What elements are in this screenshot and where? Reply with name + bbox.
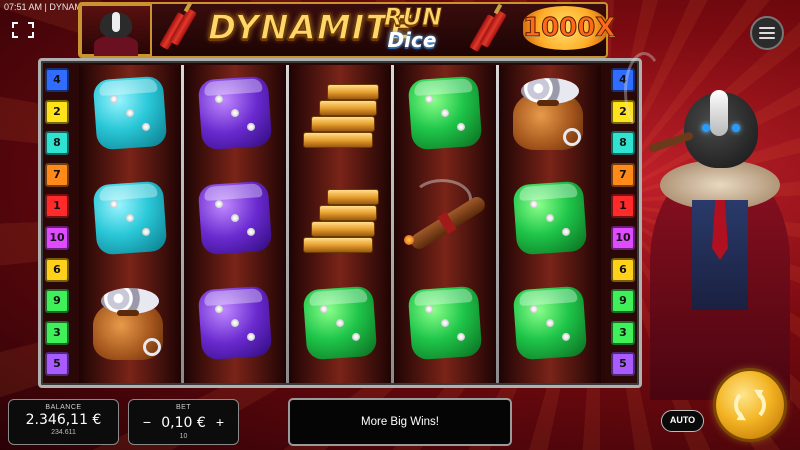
teal-die-icon [87,70,173,156]
balance-credits: 234.611 [51,429,76,436]
skunk-logo-icon [80,4,152,56]
payline-right-8: 8 [611,131,635,156]
game-title-dice: Dice [387,28,437,52]
cigar-icon [402,175,488,261]
payline-left-7: 7 [45,162,69,187]
balance-panel: BALANCE 2.346,11 € 234.611 [8,399,119,445]
payline-left-8: 8 [45,131,69,156]
bet-panel: − BET 0,10 € 10 + [128,399,239,445]
payline-right-5: 5 [611,352,635,377]
reel-divider [391,65,394,383]
message-bar: More Big Wins! [288,398,512,446]
reel-divider [286,65,289,383]
green-die-icon [402,280,488,366]
green-die-icon [507,175,593,261]
payline-right-9: 9 [611,289,635,314]
teal-die-icon [87,175,173,261]
purple-die-icon [192,70,278,156]
payline-right-6: 6 [611,257,635,282]
payline-left-10: 10 [45,225,69,250]
spin-button[interactable] [716,371,784,439]
payline-indicators-left: 4 2 8 7 1 10 6 9 3 5 [45,68,71,384]
payline-right-1: 1 [611,194,635,219]
fullscreen-icon[interactable] [12,22,34,38]
money-bag-icon [87,280,173,366]
max-multiplier-badge: 1000X [523,6,616,50]
bet-label: BET [175,404,192,411]
payline-left-6: 6 [45,257,69,282]
dynamite-icon [159,1,197,52]
hamburger-icon [759,27,775,29]
reel-divider [496,65,499,383]
payline-left-4: 4 [45,68,69,92]
payline-right-3: 3 [611,320,635,345]
green-die-icon [507,280,593,366]
payline-left-3: 3 [45,320,69,345]
bet-increase-button[interactable]: + [212,413,228,431]
payline-right-10: 10 [611,225,635,250]
payline-right-7: 7 [611,162,635,187]
menu-button[interactable] [750,16,784,50]
bet-credits: 10 [179,433,188,440]
status-separator: | [44,2,47,12]
skunk-mascot [624,52,800,400]
balance-label: BALANCE [45,404,82,411]
green-die-icon [402,70,488,156]
autoplay-button[interactable]: AUTO [661,410,704,432]
money-bag-icon [507,70,593,156]
balance-value: 2.346,11 € [25,412,102,428]
payline-left-5: 5 [45,352,69,377]
green-die-icon [297,280,383,366]
purple-die-icon [192,280,278,366]
payline-left-9: 9 [45,289,69,314]
purple-die-icon [192,175,278,261]
gold-bars-icon [297,175,383,261]
dynamite-icon [469,3,507,54]
clock: 07:51 AM [4,2,43,12]
game-title: DYNAMITE [207,7,414,49]
payline-left-1: 1 [45,194,69,219]
payline-left-2: 2 [45,99,69,124]
reel-divider [181,65,184,383]
message-text: More Big Wins! [361,416,439,428]
gold-bars-icon [297,70,383,156]
